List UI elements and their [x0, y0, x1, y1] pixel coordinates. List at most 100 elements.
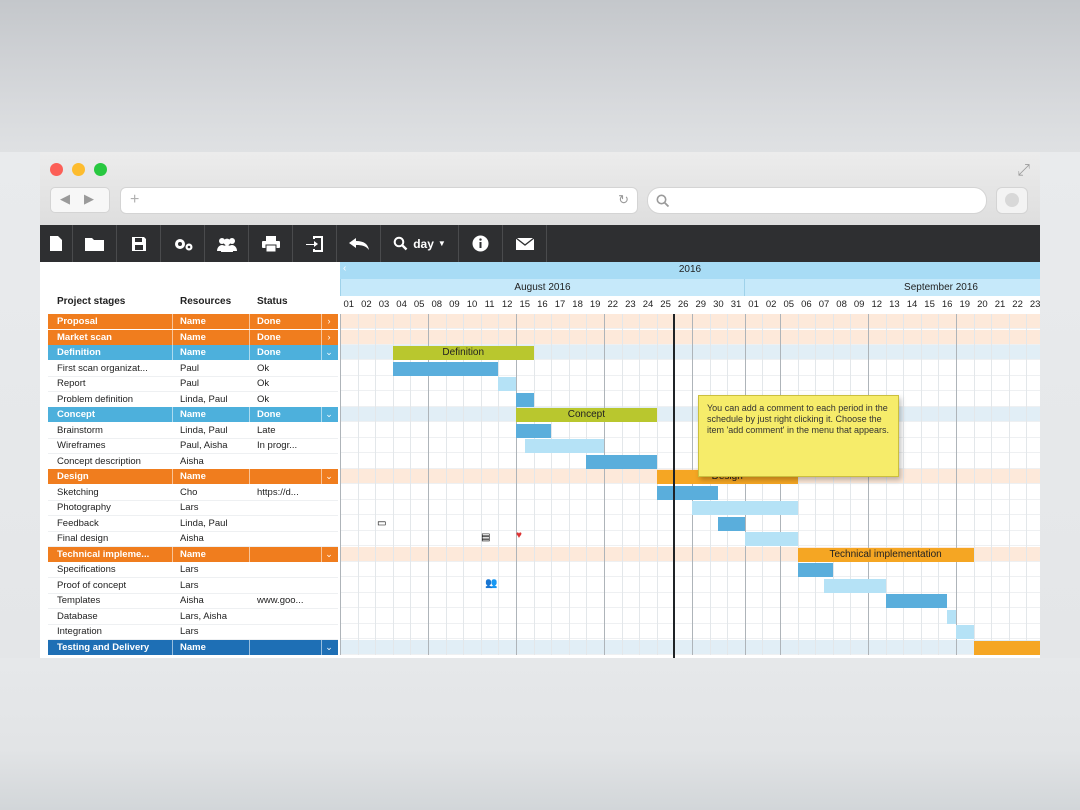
cell-stage: Wireframes — [57, 440, 106, 451]
new-file-button[interactable] — [40, 225, 73, 262]
task-row[interactable]: Problem definition Linda, Paul Ok — [48, 392, 338, 408]
stage-group-row[interactable]: Market scan Name Done › — [48, 329, 338, 345]
extension-button[interactable] — [996, 187, 1028, 214]
grid-line — [762, 314, 764, 655]
stage-group-row[interactable]: Technical impleme... Name ⌄ — [48, 546, 338, 562]
comment-tooltip: You can add a comment to each period in … — [698, 395, 899, 477]
grid-line — [744, 314, 746, 655]
cell-stage: Feedback — [57, 517, 99, 529]
new-tab-plus-icon[interactable]: + — [130, 191, 139, 209]
fullscreen-icon[interactable]: ⤢ — [1017, 162, 1030, 180]
address-bar[interactable]: + ↻ — [120, 187, 638, 214]
minimize-window-button[interactable] — [72, 163, 85, 176]
comment-icon[interactable]: ▭ — [377, 518, 386, 530]
grid-line — [568, 314, 570, 655]
browser-search-field[interactable] — [647, 187, 987, 214]
task-bar[interactable] — [718, 516, 745, 531]
task-row[interactable]: Concept description Aisha — [48, 454, 338, 470]
reload-icon[interactable]: ↻ — [618, 192, 629, 208]
year-label: 2016 — [678, 264, 702, 275]
task-bar[interactable] — [824, 578, 886, 593]
expand-chevron-icon[interactable]: ⌄ — [321, 546, 336, 562]
stage-group-row[interactable]: Definition Name Done ⌄ — [48, 345, 338, 360]
zoom-dropdown[interactable]: day ▼ — [381, 225, 459, 262]
attachment-icon[interactable]: ▤ — [481, 532, 490, 544]
cell-status — [257, 624, 317, 639]
cell-status: Ok — [257, 393, 270, 405]
expand-chevron-icon[interactable]: › — [321, 329, 336, 345]
task-bar[interactable] — [392, 361, 499, 376]
task-bar[interactable] — [586, 454, 657, 469]
day-label: 01 — [748, 299, 759, 310]
phase-bar[interactable]: Definition — [392, 346, 534, 360]
task-row[interactable]: Wireframes Paul, Aisha In progr... — [48, 438, 338, 454]
task-row[interactable]: Database Lars, Aisha — [48, 609, 338, 625]
cell-stage: Brainstorm — [57, 424, 103, 436]
task-row[interactable]: Sketching Cho https://d... — [48, 485, 338, 501]
back-arrow-icon[interactable]: ◀ — [60, 191, 70, 207]
cell-stage: Specifications — [57, 564, 116, 575]
column-separator — [172, 345, 173, 360]
task-bar[interactable] — [516, 423, 552, 438]
task-bar[interactable] — [956, 625, 974, 639]
expand-chevron-icon[interactable]: ⌄ — [321, 407, 336, 422]
export-icon — [305, 235, 323, 252]
task-row[interactable]: Report Paul Ok — [48, 376, 338, 392]
stage-group-row[interactable]: Design Name ⌄ — [48, 469, 338, 484]
task-bar[interactable] — [524, 439, 604, 453]
print-button[interactable] — [249, 225, 293, 262]
grid-line — [709, 314, 711, 655]
task-bar[interactable] — [498, 377, 516, 391]
column-separator — [249, 407, 250, 422]
email-button[interactable] — [503, 225, 547, 262]
stage-group-row[interactable]: Proposal Name Done › — [48, 314, 338, 329]
expand-chevron-icon[interactable]: › — [321, 314, 336, 329]
task-bar[interactable] — [744, 532, 798, 546]
task-bar[interactable] — [797, 563, 833, 577]
task-bar[interactable] — [516, 392, 534, 407]
day-label: 13 — [889, 299, 900, 310]
heart-marker-icon[interactable]: ♥ — [516, 530, 522, 542]
team-button[interactable] — [205, 225, 249, 262]
cell-stage: Proposal — [57, 316, 98, 327]
cell-status — [257, 562, 317, 577]
gantt-chart[interactable]: ‹ 2016 August 2016 September 2016 01 02 03… — [340, 262, 1040, 658]
task-row[interactable]: Brainstorm Linda, Paul Late — [48, 423, 338, 439]
task-bar[interactable] — [656, 485, 719, 500]
cell-stage: Technical impleme... — [57, 548, 150, 560]
task-row[interactable]: Feedback Linda, Paul — [48, 516, 338, 532]
task-row[interactable]: Proof of concept Lars — [48, 578, 338, 594]
phase-bar[interactable] — [973, 640, 1040, 655]
bar-label: Definition — [442, 347, 485, 358]
close-window-button[interactable] — [50, 163, 63, 176]
stage-group-row[interactable]: Concept Name Done ⌄ — [48, 407, 338, 422]
day-label: 18 — [572, 299, 583, 310]
task-row[interactable]: First scan organizat... Paul Ok — [48, 361, 338, 377]
expand-chevron-icon[interactable]: ⌄ — [321, 639, 336, 655]
task-row[interactable]: Templates Aisha www.goo... — [48, 593, 338, 609]
column-separator — [172, 546, 173, 562]
maximize-window-button[interactable] — [94, 163, 107, 176]
export-button[interactable] — [293, 225, 337, 262]
open-folder-button[interactable] — [73, 225, 117, 262]
cell-stage: Testing and Delivery — [57, 641, 150, 653]
task-row[interactable]: Photography Lars — [48, 500, 338, 516]
phase-bar[interactable]: Concept — [516, 408, 657, 422]
info-button[interactable] — [459, 225, 503, 262]
task-row[interactable]: Specifications Lars — [48, 562, 338, 578]
expand-chevron-icon[interactable]: ⌄ — [321, 469, 336, 484]
cell-status: www.goo... — [257, 595, 304, 606]
stage-group-row[interactable]: Testing and Delivery Name ⌄ — [48, 639, 338, 655]
task-row[interactable]: Final design Aisha — [48, 531, 338, 547]
forward-arrow-icon[interactable]: ▶ — [84, 191, 94, 207]
save-button[interactable] — [117, 225, 161, 262]
task-bar[interactable] — [692, 501, 798, 515]
phase-bar[interactable]: Technical implementation — [797, 547, 974, 562]
task-bar[interactable] — [885, 594, 948, 608]
undo-button[interactable] — [337, 225, 381, 262]
task-bar[interactable] — [947, 609, 956, 624]
expand-chevron-icon[interactable]: ⌄ — [321, 345, 336, 360]
grid-line — [815, 314, 817, 655]
task-row[interactable]: Integration Lars — [48, 624, 338, 640]
settings-button[interactable] — [161, 225, 205, 262]
